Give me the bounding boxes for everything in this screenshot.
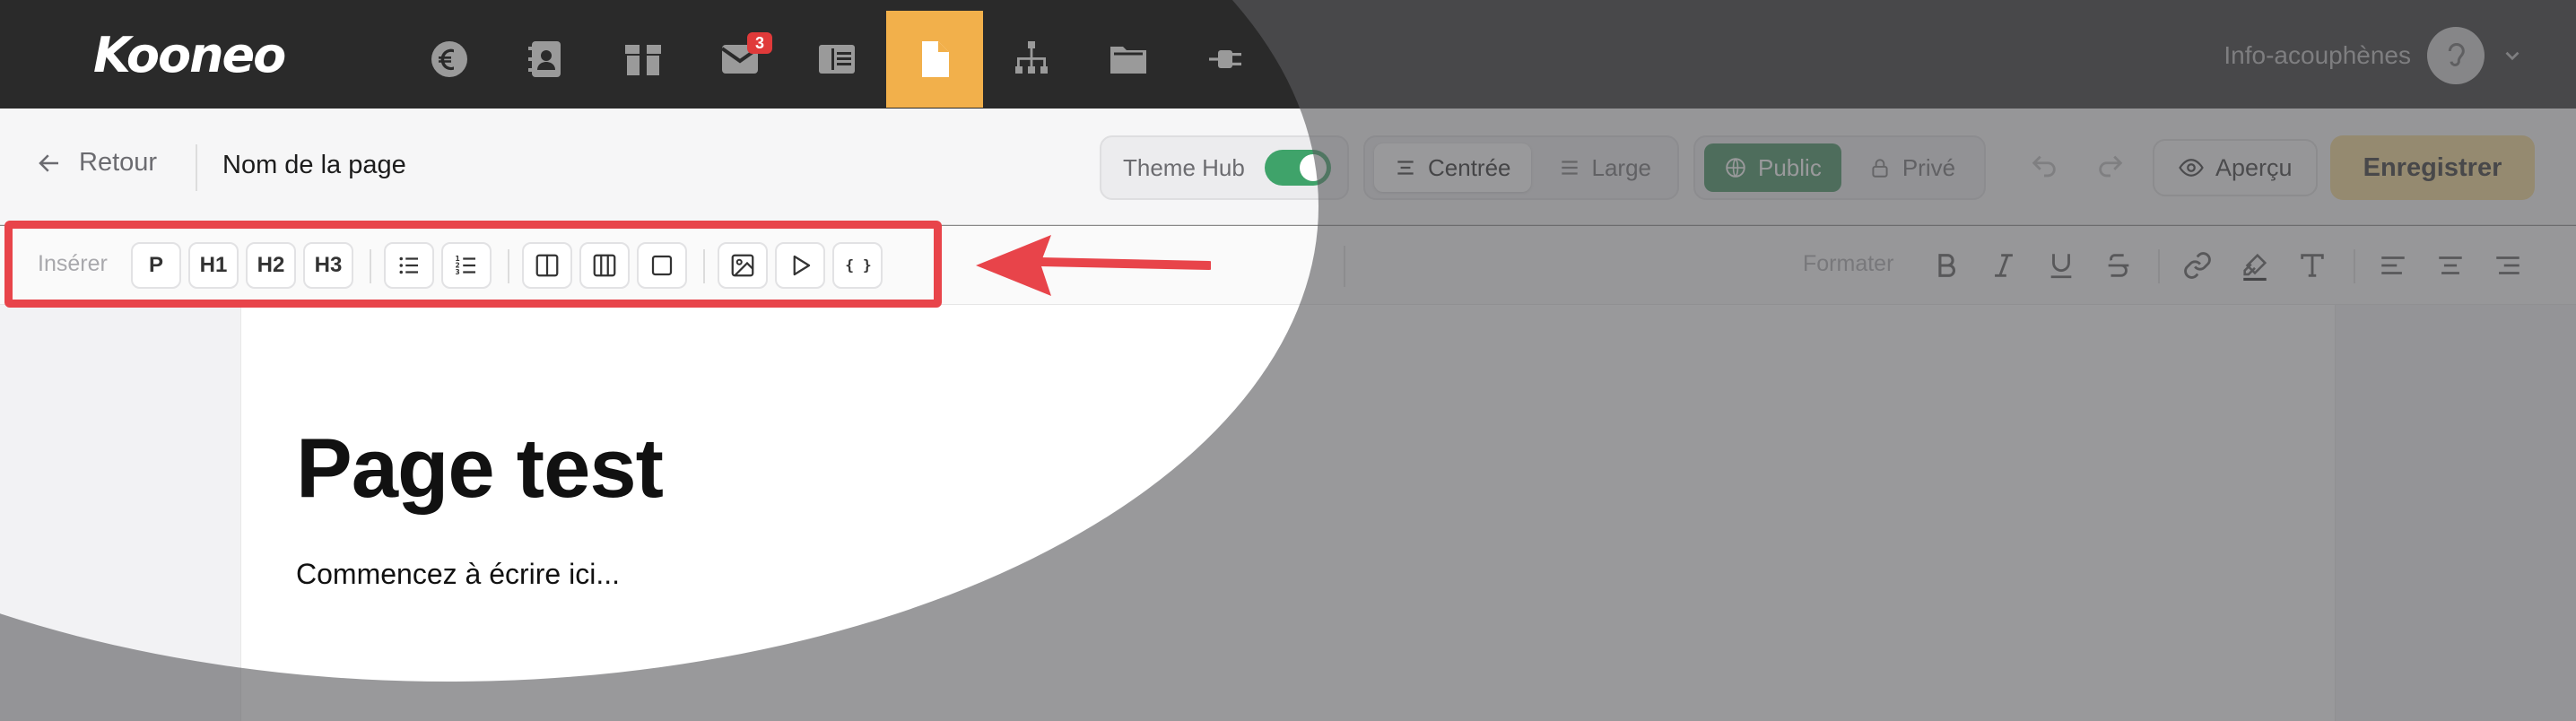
bold-icon (1938, 254, 1955, 277)
visibility-public[interactable]: Public (1704, 143, 1841, 192)
link-icon (2184, 252, 2211, 279)
strikethrough-icon (2108, 254, 2129, 277)
layout-icon (819, 45, 855, 74)
align-left-button[interactable] (2373, 246, 2413, 285)
redo-icon[interactable] (2095, 152, 2126, 182)
top-navigation: Kooneo 3 Info-acouphènes (0, 0, 2576, 109)
page-header: Retour Nom de la page Theme Hub Centrée … (0, 109, 2576, 225)
undo-icon[interactable] (2029, 152, 2059, 182)
width-option-centered[interactable]: Centrée (1374, 143, 1531, 192)
nav-integrations[interactable] (1177, 11, 1274, 108)
nav-contacts[interactable] (498, 11, 595, 108)
width-option-label: Centrée (1428, 153, 1511, 181)
theme-hub-toggle[interactable] (1264, 150, 1331, 186)
mail-count-badge: 3 (747, 32, 772, 54)
header-divider (196, 144, 197, 191)
ear-icon (2448, 43, 2465, 66)
align-center-button[interactable] (2431, 246, 2470, 285)
italic-button[interactable] (1984, 246, 2023, 285)
nav-products[interactable] (595, 11, 692, 108)
align-center-icon (1397, 161, 1414, 175)
highlight-box (4, 221, 942, 308)
document-icon (922, 41, 949, 77)
format-label: Formater (1803, 251, 1894, 276)
visibility-switch: Public Privé (1693, 135, 1986, 200)
visibility-private[interactable]: Privé (1849, 143, 1975, 192)
clear-format-button[interactable] (2293, 246, 2332, 285)
plug-icon (1209, 50, 1241, 68)
width-option-label: Large (1591, 153, 1652, 181)
back-label: Retour (79, 148, 158, 177)
toolbar-divider (1344, 246, 1345, 287)
underline-icon (2050, 254, 2072, 279)
link-button[interactable] (2178, 246, 2217, 285)
width-option-wide[interactable]: Large (1538, 143, 1672, 192)
width-switch: Centrée Large (1363, 135, 1679, 200)
preview-button[interactable]: Aperçu (2153, 139, 2318, 196)
nav-sitemap[interactable] (983, 11, 1080, 108)
sitemap-icon (1015, 41, 1048, 74)
document-body-placeholder[interactable]: Commencez à écrire ici... (296, 558, 620, 591)
save-button[interactable]: Enregistrer (2330, 135, 2535, 200)
align-left-icon (2381, 256, 2405, 274)
highlight-button[interactable] (2235, 246, 2275, 285)
align-justify-icon (1561, 161, 1578, 175)
euro-icon (431, 41, 467, 77)
back-button[interactable]: Retour (36, 148, 157, 178)
lock-icon (1872, 159, 1888, 178)
visibility-label: Privé (1902, 153, 1956, 181)
globe-icon (1726, 158, 1745, 178)
folder-icon (1110, 47, 1146, 74)
theme-hub-label: Theme Hub (1123, 153, 1245, 181)
arrow-left-icon (39, 153, 58, 172)
nav-layout[interactable] (788, 11, 885, 108)
nav-mail[interactable]: 3 (692, 11, 788, 108)
eye-icon (2179, 159, 2204, 177)
visibility-label: Public (1758, 153, 1822, 181)
underline-button[interactable] (2041, 246, 2081, 285)
page-name[interactable]: Nom de la page (222, 151, 406, 180)
italic-icon (1995, 254, 2013, 277)
highlighter-icon (2243, 253, 2267, 281)
nav-pages[interactable] (886, 11, 983, 108)
bold-button[interactable] (1927, 246, 1966, 285)
account-menu[interactable]: Info-acouphènes (2224, 27, 2524, 84)
text-type-icon (2301, 254, 2324, 277)
nav-files[interactable] (1080, 11, 1177, 108)
preview-label: Aperçu (2215, 153, 2293, 181)
nav-euro[interactable] (401, 11, 498, 108)
box-icon (625, 45, 661, 75)
toolbar-divider (2354, 249, 2355, 283)
toolbar-divider (2158, 249, 2160, 283)
theme-hub-group: Theme Hub (1100, 135, 1349, 200)
kooneo-logo[interactable]: Kooneo (93, 27, 286, 83)
avatar (2427, 27, 2485, 84)
red-arrow-icon (976, 235, 1211, 296)
align-center-icon (2439, 256, 2462, 274)
contacts-icon (528, 41, 561, 77)
strikethrough-button[interactable] (2099, 246, 2138, 285)
document-title[interactable]: Page test (296, 420, 664, 517)
align-right-icon (2496, 256, 2519, 274)
chevron-down-icon (2505, 51, 2519, 61)
account-name: Info-acouphènes (2224, 41, 2411, 69)
align-right-button[interactable] (2488, 246, 2528, 285)
